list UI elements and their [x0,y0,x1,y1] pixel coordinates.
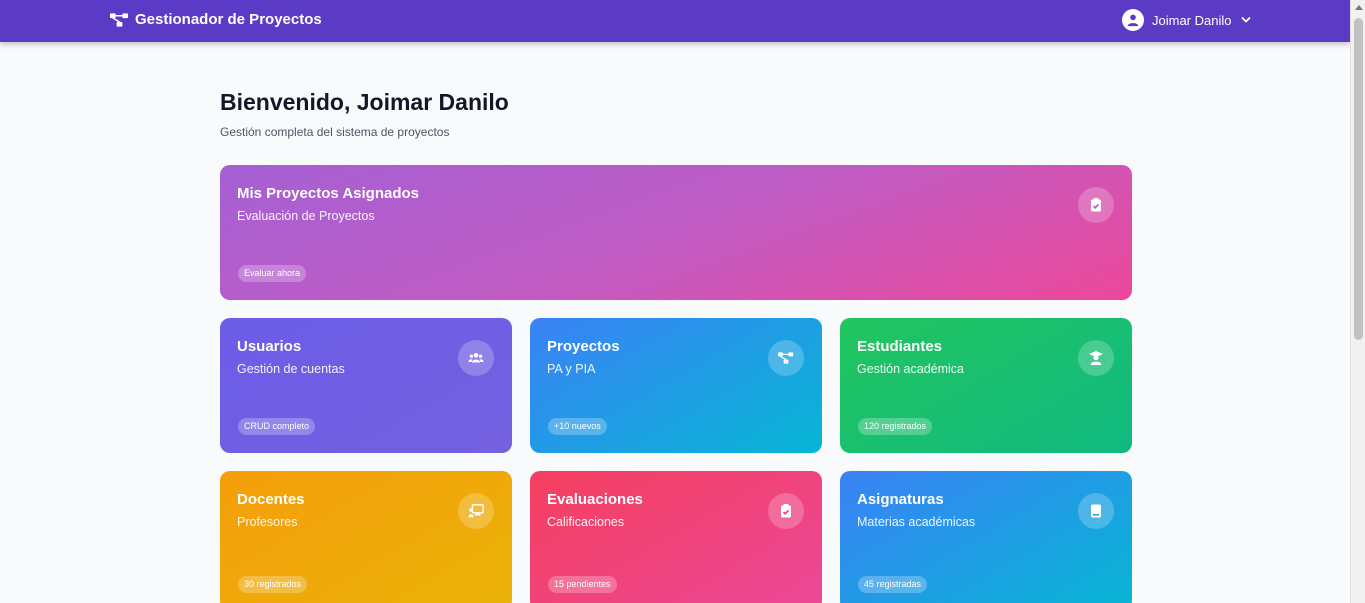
card-subtitle: Calificaciones [547,515,625,529]
project-diagram-icon [110,12,129,27]
card-subtitle: Gestión académica [857,362,965,376]
card-title: Usuarios [237,338,302,355]
card-subtitle: Materias académicas [857,515,976,529]
card-title: Mis Proyectos Asignados [237,185,419,202]
card-docentes[interactable]: Docentes Profesores 30 registrados [220,471,512,603]
card-subtitle: Evaluación de Proyectos [237,209,375,223]
teacher-board-icon [458,493,494,529]
brand-link[interactable]: Gestionador de Proyectos [110,11,322,28]
card-badge: 30 registrados [238,576,308,593]
book-icon [1078,493,1114,529]
card-asignaturas[interactable]: Asignaturas Materias académicas 45 regis… [840,471,1132,603]
user-icon [1127,14,1139,27]
card-mis-proyectos[interactable]: Mis Proyectos Asignados Evaluación de Pr… [220,165,1132,300]
user-menu-toggle[interactable]: Joimar Danilo [1122,9,1251,31]
card-badge: Evaluar ahora [238,265,307,282]
avatar [1122,9,1144,31]
card-title: Evaluaciones [547,491,643,508]
student-icon [1078,340,1114,376]
scroll-up-arrow[interactable] [1355,5,1363,10]
top-navbar: Gestionador de Proyectos Joimar Danilo [0,0,1350,42]
card-subtitle: Profesores [237,515,298,529]
page-scrollbar[interactable] [1350,0,1365,603]
page-title: Bienvenido, Joimar Danilo [220,89,509,115]
project-diagram-icon [768,340,804,376]
card-badge: 15 pendientes [548,576,617,593]
card-badge: 120 registrados [858,418,933,435]
card-estudiantes[interactable]: Estudiantes Gestión académica 120 regist… [840,318,1132,453]
clipboard-check-icon [768,493,804,529]
card-title: Estudiantes [857,338,943,355]
card-badge: +10 nuevos [548,418,607,435]
card-title: Asignaturas [857,491,944,508]
card-badge: CRUD completo [238,418,316,435]
chevron-down-icon [1239,13,1251,28]
card-subtitle: Gestión de cuentas [237,362,345,376]
card-evaluaciones[interactable]: Evaluaciones Calificaciones 15 pendiente… [530,471,822,603]
users-icon [458,340,494,376]
card-subtitle: PA y PIA [547,362,596,376]
card-title: Proyectos [547,338,620,355]
card-usuarios[interactable]: Usuarios Gestión de cuentas CRUD complet… [220,318,512,453]
page-subtitle: Gestión completa del sistema de proyecto… [220,125,450,139]
card-title: Docentes [237,491,305,508]
scroll-thumb[interactable] [1354,18,1363,340]
clipboard-check-icon [1078,187,1114,223]
brand-name: Gestionador de Proyectos [135,11,322,28]
user-name: Joimar Danilo [1152,12,1232,28]
card-proyectos[interactable]: Proyectos PA y PIA +10 nuevos [530,318,822,453]
card-badge: 45 registradas [858,576,928,593]
